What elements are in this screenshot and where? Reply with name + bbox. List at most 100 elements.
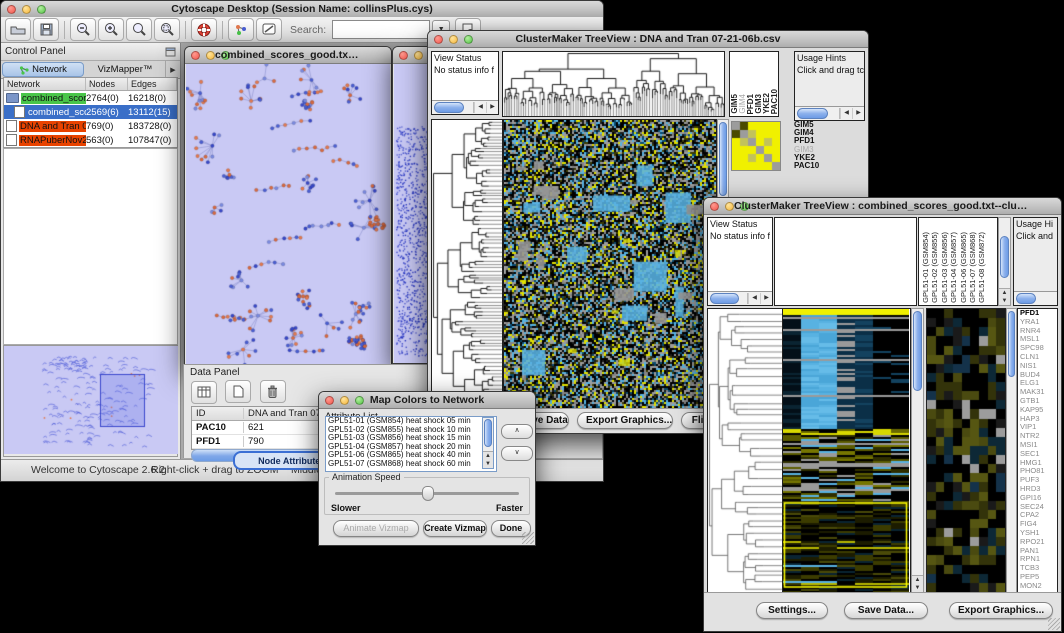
network-list-row[interactable]: RNAPuberNov2+I563(0)107847(0) <box>4 133 177 147</box>
zoomed-heatmap-panel[interactable] <box>926 308 1006 593</box>
scrollbar-thumb[interactable] <box>434 102 464 113</box>
minimize-button[interactable] <box>206 51 215 60</box>
close-button[interactable] <box>434 35 443 44</box>
network-overview-panel[interactable] <box>3 345 178 457</box>
scroll-right-arrow[interactable]: ▶ <box>760 293 772 304</box>
scrollbar-thumb[interactable] <box>913 311 922 391</box>
scrollbar-thumb[interactable] <box>1016 293 1036 304</box>
float-panel-icon[interactable] <box>165 47 176 57</box>
delete-attribute-button[interactable] <box>260 380 286 403</box>
scroll-left-arrow[interactable]: ◀ <box>474 102 486 113</box>
animate-vizmap-button[interactable]: Animate Vizmap <box>333 520 419 537</box>
minimize-button[interactable] <box>449 35 458 44</box>
slider-thumb[interactable] <box>422 486 434 501</box>
move-down-button[interactable]: ∨ <box>501 446 533 461</box>
scroll-right-arrow[interactable]: ▶ <box>852 108 864 119</box>
minimize-button[interactable] <box>340 396 349 405</box>
resize-grip[interactable] <box>1048 618 1060 630</box>
settings-button[interactable]: Settings... <box>756 602 828 619</box>
scroll-arrows[interactable]: ▲▼ <box>483 451 493 468</box>
annotation-button[interactable] <box>256 18 282 41</box>
column-dendrogram-panel[interactable] <box>774 217 917 306</box>
close-button[interactable] <box>7 5 16 14</box>
tab-vizmapper[interactable]: VizMapper™ <box>85 61 166 78</box>
scrollbar-thumb[interactable] <box>710 293 739 304</box>
search-input[interactable] <box>332 20 430 39</box>
zoom-fit-button[interactable] <box>154 18 180 41</box>
network-list-row[interactable]: combined_sco2569(6)13112(15) <box>4 105 177 119</box>
col-header-network[interactable]: Network <box>4 78 86 90</box>
close-button[interactable] <box>325 396 334 405</box>
minimize-button[interactable] <box>725 202 734 211</box>
export-graphics-button[interactable]: Export Graphics... <box>577 412 673 429</box>
zoomed-heatmap-canvas[interactable] <box>927 309 1005 592</box>
column-labels-vscrollbar[interactable]: ▲▼ <box>998 217 1011 306</box>
view-status-hscrollbar[interactable]: ◀▶ <box>432 100 498 114</box>
network-settings-button[interactable] <box>228 18 254 41</box>
combined-heatmap-panel[interactable] <box>783 308 911 593</box>
move-up-button[interactable]: ∧ <box>501 424 533 439</box>
scrollbar-thumb[interactable] <box>719 122 727 196</box>
close-button[interactable] <box>710 202 719 211</box>
usage-hints-hscrollbar[interactable] <box>1014 291 1057 305</box>
open-file-button[interactable] <box>5 18 31 41</box>
scroll-right-arrow[interactable]: ▶ <box>486 102 498 113</box>
attribute-list-vscrollbar[interactable]: ▲▼ <box>482 417 494 469</box>
zoom-actual-button[interactable] <box>126 18 152 41</box>
export-graphics-button[interactable]: Export Graphics... <box>949 602 1053 619</box>
main-titlebar[interactable]: Cytoscape Desktop (Session Name: collins… <box>1 1 603 18</box>
treeview-dna-titlebar[interactable]: ClusterMaker TreeView : DNA and Tran 07-… <box>428 31 868 48</box>
combined-heatmap-vscrollbar[interactable]: ▲▼ <box>911 308 924 593</box>
row-dendrogram-canvas[interactable] <box>432 120 502 408</box>
close-button[interactable] <box>399 51 408 60</box>
zoom-out-button[interactable] <box>70 18 96 41</box>
attribute-select-button[interactable] <box>191 381 217 404</box>
scroll-left-arrow[interactable]: ◀ <box>840 108 852 119</box>
correlation-matrix-canvas[interactable] <box>732 122 780 170</box>
network-list-row[interactable]: combined_scores2764(0)16218(0) <box>4 91 177 105</box>
network-list-row[interactable]: DNA and Tran 07769(0)183728(0) <box>4 119 177 133</box>
gene-list[interactable]: PFD1YRA1RNR4MSL1SPC98CLN1NIS1BUD4ELG1MAK… <box>1017 308 1058 593</box>
attribute-list[interactable]: GPL51-01 (GSM854) heat shock 05 minGPL51… <box>325 416 497 472</box>
attribute-list-item[interactable]: GPL51-07 (GSM868) heat shock 60 min <box>326 460 496 469</box>
create-vizmap-button[interactable]: Create Vizmap <box>423 520 487 537</box>
network-overview-canvas[interactable] <box>4 346 178 454</box>
scroll-arrows[interactable]: ▲▼ <box>912 575 923 592</box>
tab-overflow-button[interactable]: ▶ <box>166 61 180 78</box>
correlation-matrix-panel[interactable] <box>731 121 781 171</box>
column-dendrogram-panel[interactable] <box>502 51 725 117</box>
scrollbar-thumb[interactable] <box>1000 236 1009 278</box>
usage-hints-hscrollbar[interactable]: ◀▶ <box>795 106 864 120</box>
minimize-button[interactable] <box>22 5 31 14</box>
save-data-button[interactable]: Save Data... <box>844 602 928 619</box>
scrollbar-thumb[interactable] <box>1008 311 1015 377</box>
network-canvas-area[interactable] <box>186 64 390 365</box>
help-button[interactable] <box>191 18 217 41</box>
treeview-combined-titlebar[interactable]: ClusterMaker TreeView : combined_scores_… <box>704 198 1061 215</box>
close-button[interactable] <box>191 51 200 60</box>
dna-heatmap-canvas[interactable] <box>504 120 716 408</box>
col-header-edges[interactable]: Edges <box>128 78 177 90</box>
col-header-nodes[interactable]: Nodes <box>86 78 128 90</box>
zoom-in-button[interactable] <box>98 18 124 41</box>
row-dendrogram-canvas[interactable] <box>708 309 782 592</box>
resize-grip[interactable] <box>522 532 534 544</box>
scroll-left-arrow[interactable]: ◀ <box>748 293 760 304</box>
network-view-titlebar[interactable]: combined_scores_good.txt--cluste... <box>185 47 391 64</box>
network-graph-canvas[interactable] <box>186 64 390 365</box>
minimize-button[interactable] <box>414 51 423 60</box>
new-attribute-button[interactable] <box>225 380 251 403</box>
save-session-button[interactable] <box>33 18 59 41</box>
tab-network[interactable]: Network <box>2 62 84 77</box>
row-dendrogram-panel[interactable] <box>707 308 783 593</box>
view-status-hscrollbar[interactable]: ◀▶ <box>708 291 772 305</box>
dna-heatmap-panel[interactable] <box>503 119 717 409</box>
row-dendrogram-panel[interactable] <box>431 119 503 409</box>
scrollbar-thumb[interactable] <box>484 419 492 447</box>
scrollbar-thumb[interactable] <box>797 108 828 119</box>
combined-heatmap-canvas[interactable] <box>783 309 909 592</box>
map-colors-titlebar[interactable]: Map Colors to Network <box>319 392 535 409</box>
column-dendrogram-canvas[interactable] <box>503 52 724 116</box>
scroll-arrows[interactable]: ▲▼ <box>999 288 1010 305</box>
zoomed-heatmap-vscrollbar[interactable] <box>1006 308 1017 593</box>
